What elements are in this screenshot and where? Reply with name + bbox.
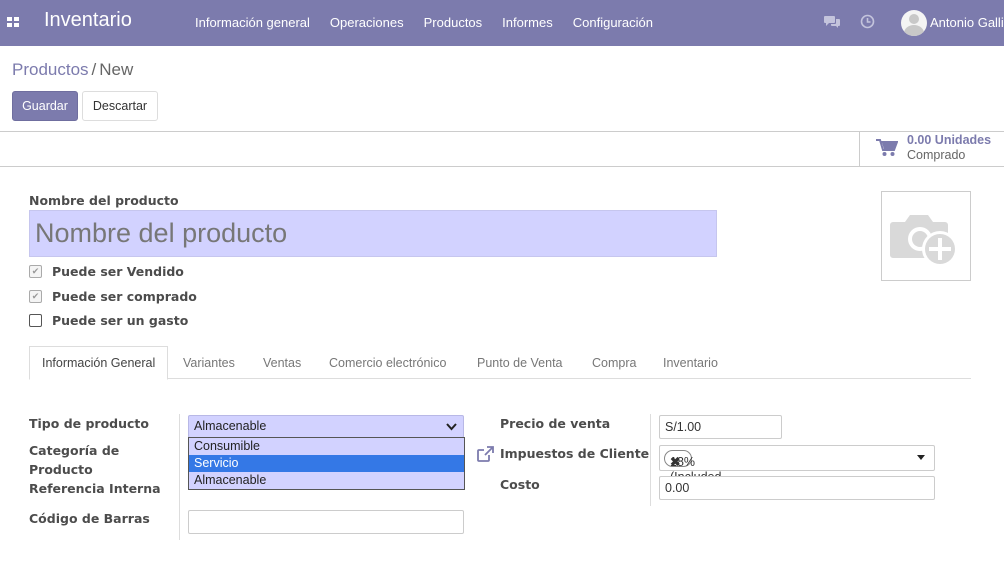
checkbox-row-sale: ✔ Puede ser Vendido: [29, 264, 184, 279]
menu-operaciones[interactable]: Operaciones: [330, 15, 404, 30]
can-be-sold-label: Puede ser Vendido: [52, 264, 184, 279]
product-type-value: Almacenable: [194, 419, 267, 433]
sale-price-value: S/1.00: [665, 420, 702, 434]
tax-tag: 18% (Included in price) ✖: [664, 450, 721, 499]
cost-input[interactable]: 0.00: [659, 476, 935, 500]
cost-label: Costo: [500, 477, 540, 492]
tag-remove-icon[interactable]: ✖: [670, 455, 686, 470]
sale-price-label: Precio de venta: [500, 416, 611, 431]
purchased-smart-button[interactable]: 0.00 Unidades Comprado: [859, 132, 1004, 166]
product-image-upload[interactable]: [881, 191, 971, 281]
option-almacenable[interactable]: Almacenable: [189, 472, 464, 489]
clock-icon[interactable]: [860, 14, 875, 33]
cost-value: 0.00: [665, 481, 690, 495]
discard-button[interactable]: Descartar: [82, 91, 158, 121]
sale-price-input[interactable]: S/1.00: [659, 415, 782, 439]
tab-variantes[interactable]: Variantes: [183, 346, 235, 379]
barcode-input[interactable]: [188, 510, 464, 534]
menu-configuracion[interactable]: Configuración: [573, 15, 653, 30]
tab-punto-de-venta[interactable]: Punto de Venta: [477, 346, 563, 379]
product-type-label: Tipo de producto: [29, 416, 149, 431]
checkbox-row-purchase: ✔ Puede ser comprado: [29, 289, 197, 304]
tab-inventario[interactable]: Inventario: [663, 346, 718, 379]
internal-reference-label: Referencia Interna: [29, 481, 161, 496]
product-name-label: Nombre del producto: [29, 193, 179, 208]
top-menu: Información general Operaciones Producto…: [195, 15, 673, 30]
barcode-label: Código de Barras: [29, 511, 150, 526]
cart-icon: [876, 139, 899, 161]
can-be-expensed-label: Puede ser un gasto: [52, 313, 189, 328]
can-be-expensed-checkbox[interactable]: [29, 314, 42, 327]
product-type-select[interactable]: Almacenable: [188, 415, 464, 438]
checkbox-row-expense: Puede ser un gasto: [29, 313, 188, 328]
breadcrumb-productos[interactable]: Productos: [12, 60, 89, 79]
app-title: Inventario: [44, 9, 132, 31]
tab-compra[interactable]: Compra: [592, 346, 636, 379]
top-navbar: Inventario Información general Operacion…: [0, 0, 1004, 46]
tab-comercio-electronico[interactable]: Comercio electrónico: [329, 346, 446, 379]
category-label: Categoría de Producto: [29, 443, 120, 477]
menu-productos[interactable]: Productos: [424, 15, 483, 30]
external-link-icon[interactable]: [476, 446, 495, 467]
customer-taxes-input[interactable]: 18% (Included in price) ✖: [659, 445, 935, 499]
product-name-input[interactable]: Nombre del producto: [29, 210, 717, 257]
customer-taxes-label: Impuestos de Cliente: [500, 446, 650, 461]
caret-down-icon[interactable]: [917, 455, 925, 460]
chat-icon[interactable]: [824, 14, 841, 33]
breadcrumb: Productos / New: [12, 60, 133, 80]
breadcrumb-separator: /: [91, 60, 97, 79]
menu-informes[interactable]: Informes: [502, 15, 553, 30]
menu-informacion-general[interactable]: Información general: [195, 15, 310, 30]
tab-ventas[interactable]: Ventas: [263, 346, 301, 379]
avatar[interactable]: [901, 10, 927, 36]
option-consumible[interactable]: Consumible: [189, 438, 464, 455]
camera-plus-icon: [890, 215, 958, 267]
button-box: 0.00 Unidades Comprado: [0, 131, 1004, 167]
group-separator-right: [650, 414, 651, 506]
breadcrumb-current: New: [99, 60, 134, 79]
chevron-down-icon: [446, 423, 457, 431]
notebook-tabs: Información General Variantes Ventas Com…: [29, 346, 971, 380]
purchased-label: Comprado: [907, 148, 966, 162]
product-type-dropdown: Consumible Servicio Almacenable: [188, 437, 465, 490]
user-name[interactable]: Antonio Galli: [930, 15, 1004, 30]
can-be-purchased-checkbox[interactable]: ✔: [29, 290, 42, 303]
group-separator: [179, 414, 180, 540]
can-be-sold-checkbox[interactable]: ✔: [29, 265, 42, 278]
apps-icon[interactable]: [7, 17, 19, 27]
can-be-purchased-label: Puede ser comprado: [52, 289, 197, 304]
save-button[interactable]: Guardar: [12, 91, 78, 121]
purchased-value: 0.00 Unidades: [907, 133, 992, 147]
product-name-placeholder: Nombre del producto: [35, 218, 288, 248]
tab-informacion-general[interactable]: Información General: [29, 346, 169, 380]
option-servicio[interactable]: Servicio: [189, 455, 464, 472]
